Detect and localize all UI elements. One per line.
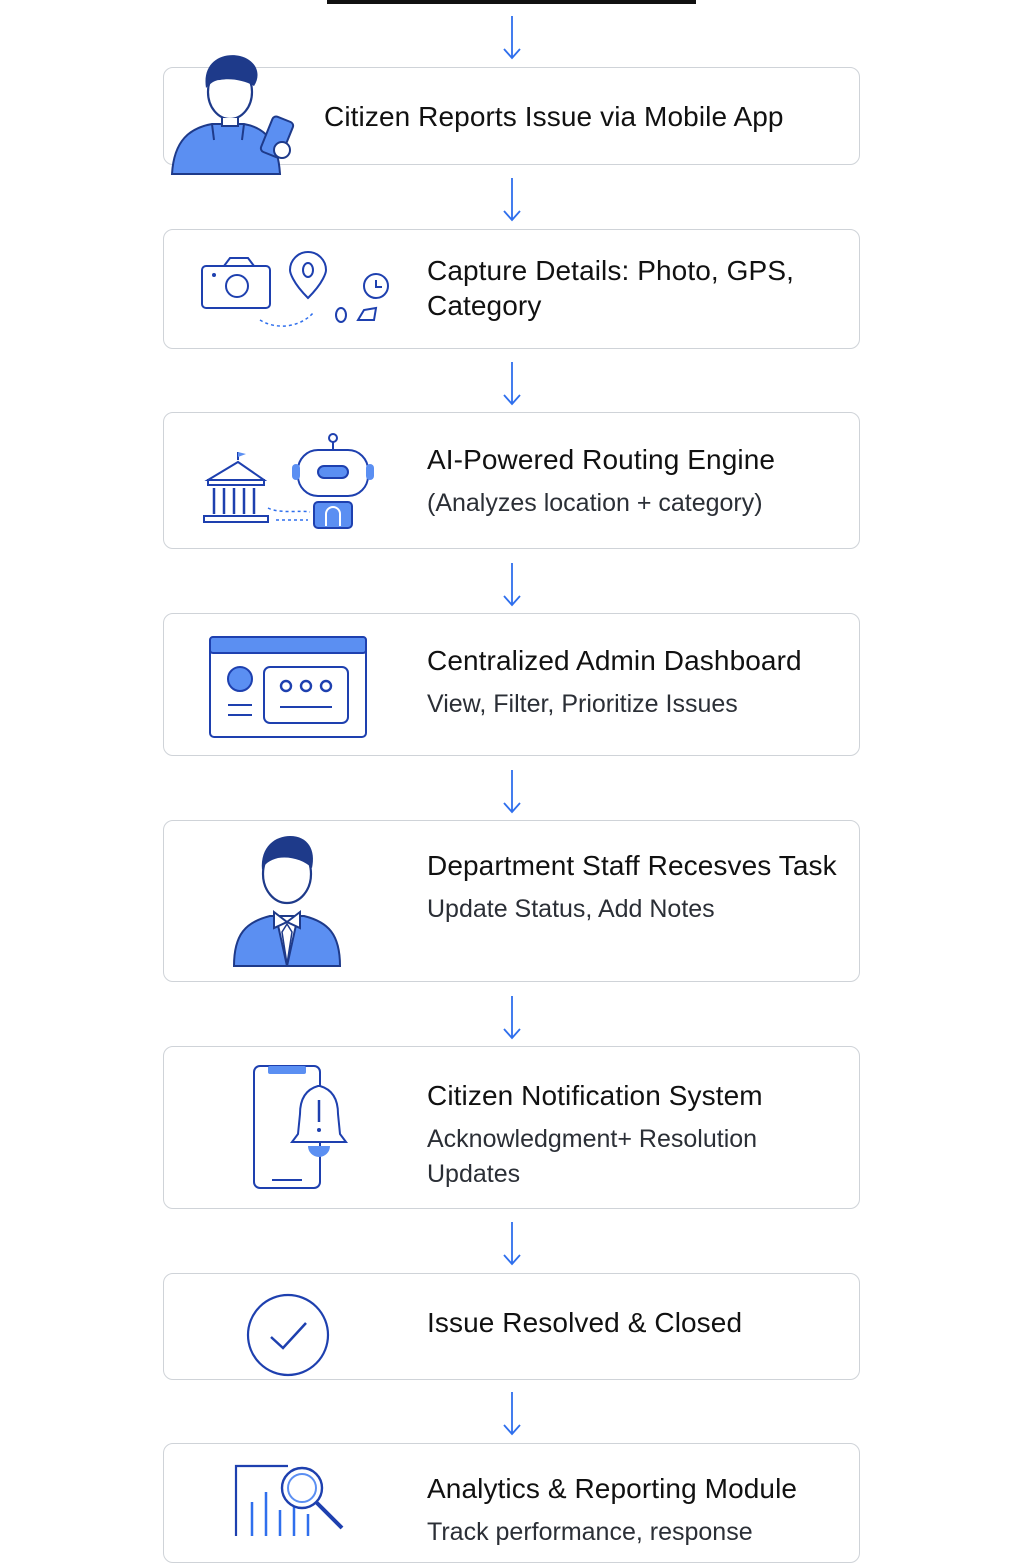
step-title: Issue Resolved & Closed — [427, 1307, 743, 1338]
phone-bell-icon — [253, 1065, 348, 1189]
arrow-down-icon — [503, 1222, 521, 1266]
step-subtitle: Track performance, response — [427, 1518, 753, 1546]
arrow-down-icon — [503, 563, 521, 607]
staff-icon — [232, 836, 342, 967]
dashboard-icon — [209, 636, 367, 738]
step-subtitle: Update Status, Add Notes — [427, 895, 715, 923]
step-title: Department Staff Recesves Task — [427, 850, 837, 881]
arrow-down-icon — [503, 362, 521, 406]
step-title: Citizen Reports Issue via Mobile App — [324, 101, 784, 132]
step-title: AI-Powered Routing Engine — [427, 444, 776, 475]
step-subtitle: Acknowledgment+ Resolution Updates — [427, 1125, 758, 1188]
step-subtitle: (Analyzes location + category) — [427, 489, 763, 517]
citizen-phone-icon — [170, 55, 295, 175]
top-bar — [327, 0, 696, 4]
arrow-down-icon — [503, 16, 521, 60]
analytics-icon — [234, 1464, 344, 1536]
robot-building-icon — [203, 433, 374, 529]
step-title: Citizen Notification System — [427, 1080, 763, 1111]
arrow-down-icon — [503, 178, 521, 222]
step-title: Centralized Admin Dashboard — [427, 645, 802, 676]
step-title: Capture Details: Photo, GPS, Category — [427, 255, 794, 321]
arrow-down-icon — [503, 770, 521, 814]
arrow-down-icon — [503, 1392, 521, 1436]
check-circle-icon — [246, 1293, 330, 1377]
arrow-down-icon — [503, 996, 521, 1040]
step-title: Analytics & Reporting Module — [427, 1473, 798, 1504]
camera-gps-icon — [201, 251, 389, 327]
step-subtitle: View, Filter, Prioritize Issues — [427, 690, 738, 718]
